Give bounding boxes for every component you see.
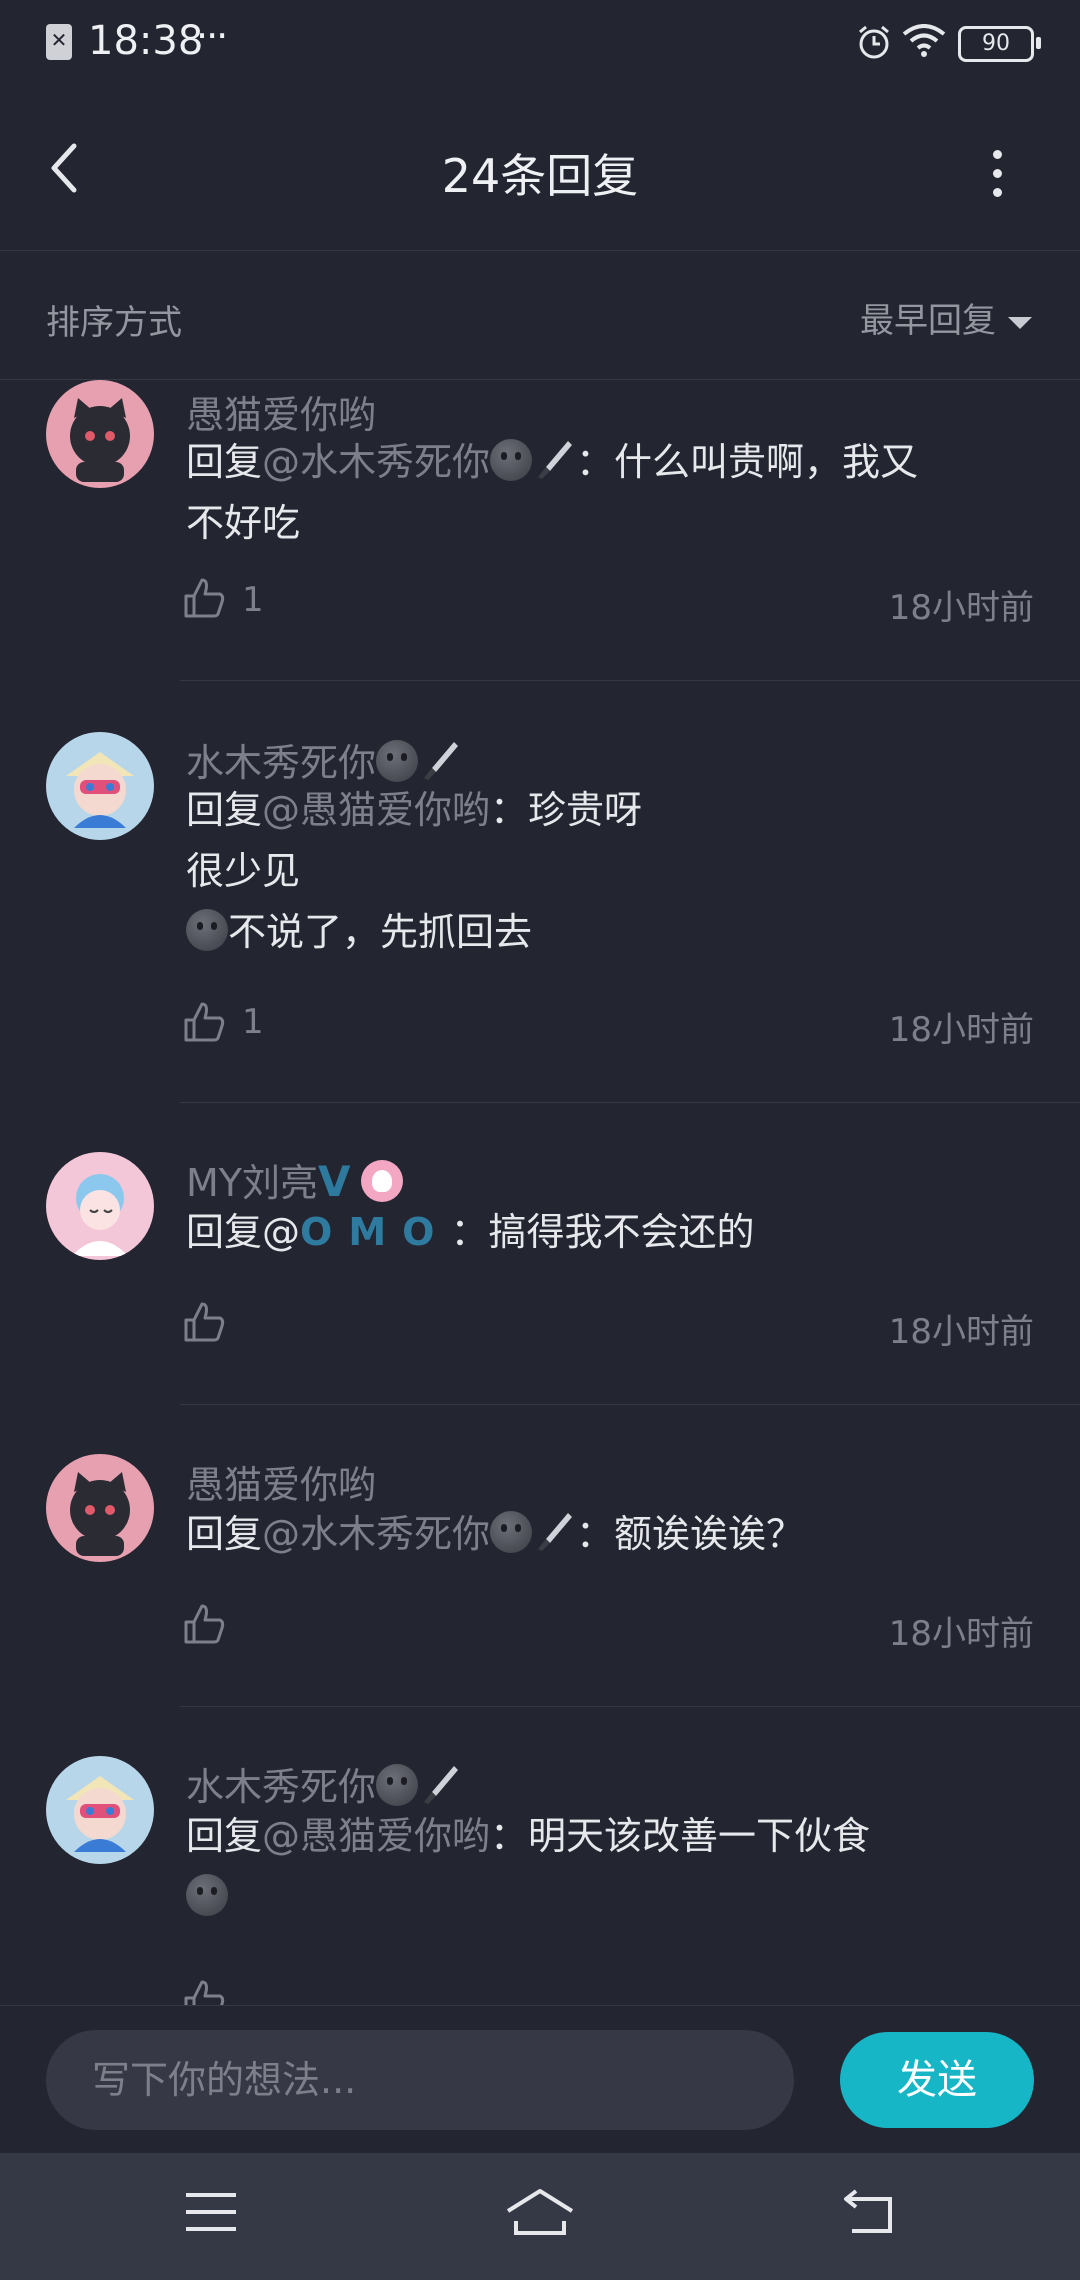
thumbs-up-icon[interactable] [182,1300,226,1344]
smirk-emoji-icon [186,909,228,951]
username[interactable]: 水木秀死你 [186,732,462,787]
username-text: MY刘亮 [186,1161,318,1205]
sort-label: 排序方式 [46,303,182,343]
username[interactable]: 愚猫爱你哟 [186,384,376,439]
avatar[interactable] [46,380,154,488]
sort-value: 最早回复 [860,301,996,341]
reply-text: 回复@水木秀死你 ：额诶诶诶？ [186,1504,1026,1565]
reply-text-line: ：珍贵呀 [490,788,643,832]
mention-link[interactable]: @愚猫爱你哟 [262,788,490,832]
reply-prefix: 回复 [186,1512,263,1556]
alarm-clock-icon [859,25,889,59]
thumbs-up-icon[interactable] [182,1978,226,2005]
mention-link[interactable]: @水木秀死你 [262,440,490,484]
smirk-emoji-icon [186,1874,228,1916]
avatar[interactable] [46,1756,154,1864]
wifi-icon [902,24,946,57]
reply-item: MY刘亮V 回复@OMO：搞得我不会还的 18小时前 [0,1102,1080,1405]
reply-item: 水木秀死你 回复@愚猫爱你哟：珍贵呀很少见不说了，先抓回去 1 18小时前 [0,680,1080,1103]
knife-emoji-icon [538,1513,573,1551]
thumbs-up-icon[interactable] [182,1602,226,1646]
sort-dropdown[interactable]: 最早回复 [860,293,1032,342]
reply-prefix: 回复 [186,1814,263,1858]
smirk-emoji-icon [376,1764,419,1806]
smirk-emoji-icon [490,1511,533,1553]
reply-text-line: 不说了，先抓回去 [228,910,533,954]
reply-text-line: 很少见 [186,849,301,893]
knife-emoji-icon [538,441,573,479]
reply-prefix: 回复@ [186,1210,301,1254]
caret-down-icon [1008,316,1032,329]
reply-text-line: ：额诶诶诶？ [576,1512,805,1556]
username-text: 水木秀死你 [186,1765,377,1809]
reply-text-line: ：明天该改善一下伙食 [490,1814,871,1858]
reply-item: 水木秀死你 回复@愚猫爱你哟：明天该改善一下伙食 [0,1706,1080,2005]
smirk-emoji-icon [490,439,533,481]
verified-badge: V [318,1157,351,1206]
avatar[interactable] [46,1152,154,1260]
reply-timestamp: 18小时前 [888,1312,1034,1352]
username[interactable]: MY刘亮V [186,1152,403,1207]
thumbs-up-icon[interactable] [182,1000,226,1044]
reply-text: 回复@OMO：搞得我不会还的 [186,1202,1026,1263]
system-navigation-bar [0,2153,1080,2280]
smirk-emoji-icon [376,740,419,782]
home-icon[interactable] [504,2187,576,2239]
knife-emoji-icon [424,1766,459,1804]
username[interactable]: 水木秀死你 [186,1756,462,1811]
menu-icon[interactable] [184,2187,238,2237]
reply-timestamp: 18小时前 [888,588,1034,628]
unicorn-badge-icon [360,1160,403,1202]
avatar[interactable] [46,1454,154,1562]
page-title: 24条回复 [441,149,639,203]
comment-input-bar: 发送 [0,2005,1080,2154]
comment-input[interactable] [46,2030,794,2130]
reply-text-line: ：什么叫贵啊，我又 [576,440,919,484]
reply-text-line: 不好吃 [186,501,301,545]
top-app-bar: 24条回复 [0,84,1080,251]
send-button[interactable]: 发送 [840,2032,1034,2128]
battery-indicator: 90 [958,26,1041,62]
thumbs-up-icon[interactable] [182,576,226,620]
reply-list[interactable]: 愚猫爱你哟 回复@水木秀死你 ：什么叫贵啊，我又 不好吃 1 18小时前 水木秀死你… [0,380,1080,2005]
mention-link[interactable]: @愚猫爱你哟 [262,1814,490,1858]
like-count: 1 [242,580,264,620]
reply-text-line: ：搞得我不会还的 [450,1210,755,1254]
status-bar: ✕ 18:38 ··· 90 [0,0,1080,84]
mention-link[interactable]: OMO [300,1210,450,1254]
more-vertical-icon[interactable] [982,150,1012,200]
like-count: 1 [242,1002,264,1042]
reply-prefix: 回复 [186,440,263,484]
avatar[interactable] [46,732,154,840]
reply-timestamp: 18小时前 [888,1010,1034,1050]
status-time: 18:38 [88,18,204,64]
reply-text: 回复@水木秀死你 ：什么叫贵啊，我又不好吃 [186,432,1026,554]
username[interactable]: 愚猫爱你哟 [186,1454,376,1509]
reply-timestamp: 18小时前 [888,1614,1034,1654]
knife-emoji-icon [424,742,459,780]
username-text: 水木秀死你 [186,741,377,785]
mention-link[interactable]: @水木秀死你 [262,1512,490,1556]
sim-card-icon: ✕ [46,24,72,60]
reply-prefix: 回复 [186,788,263,832]
reply-text: 回复@愚猫爱你哟：明天该改善一下伙食 [186,1806,1026,1928]
reply-item: 愚猫爱你哟 回复@水木秀死你 ：什么叫贵啊，我又不好吃 1 18小时前 [0,380,1080,681]
reply-text: 回复@愚猫爱你哟：珍贵呀很少见不说了，先抓回去 [186,780,1026,963]
reply-item: 愚猫爱你哟 回复@水木秀死你 ：额诶诶诶？ 18小时前 [0,1404,1080,1707]
sort-bar: 排序方式 最早回复 [0,251,1080,380]
return-icon[interactable] [842,2187,896,2237]
battery-level: 90 [982,31,1010,56]
notification-dots: ··· [196,14,228,58]
